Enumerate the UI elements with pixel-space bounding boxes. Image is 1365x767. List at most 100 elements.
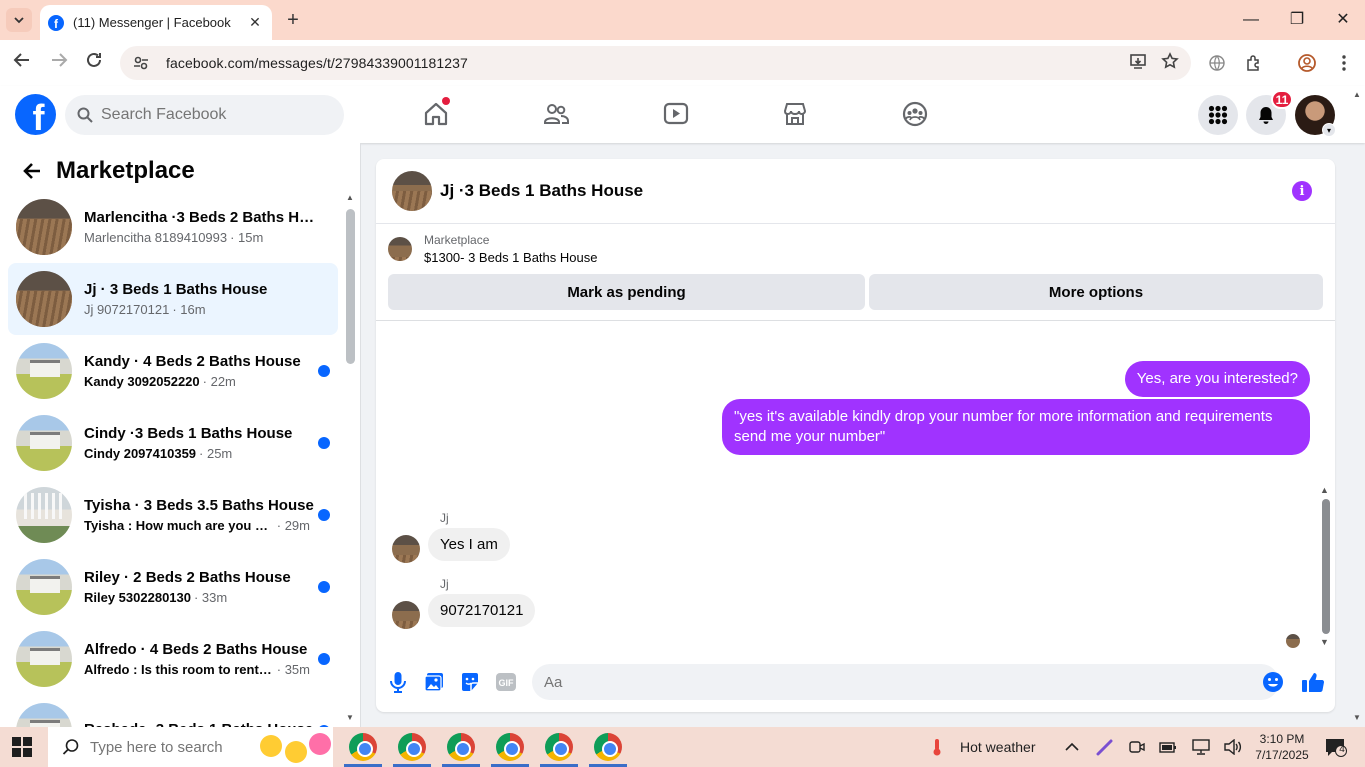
mark-as-pending-button[interactable]: Mark as pending [388, 274, 865, 310]
conversation-text: Cindy ·3 Beds 1 Baths House Cindy 2097410… [84, 425, 338, 461]
message-input[interactable] [544, 673, 1267, 691]
listing-thumbnail [16, 199, 72, 255]
close-window-button[interactable]: ✕ [1328, 8, 1358, 32]
listing-summary[interactable]: Marketplace $1300- 3 Beds 1 Baths House [388, 233, 597, 265]
conversation-time: · 15m [230, 230, 264, 245]
browser-tab-messenger[interactable]: f (11) Messenger | Facebook ✕ [40, 5, 272, 40]
chrome-taskbar-icon[interactable] [594, 733, 622, 761]
conversation-item[interactable]: Jj · 3 Beds 1 Baths House Jj 9072170121 · … [8, 263, 338, 335]
sidebar-back-button[interactable] [16, 155, 48, 187]
browser-tabbar: f (11) Messenger | Facebook ✕ + — ❐ ✕ [0, 0, 1365, 40]
conversation-item[interactable]: Tyisha · 3 Beds 3.5 Baths House Tyisha : … [8, 479, 338, 551]
message-bubble-incoming[interactable]: 9072170121 [428, 594, 536, 627]
browser-toolbar: facebook.com/messages/t/2798433900118123… [0, 40, 1365, 86]
clock-date: 7/17/2025 [1255, 748, 1309, 762]
voice-clip-icon[interactable] [386, 670, 410, 694]
photo-attach-icon[interactable] [422, 670, 446, 694]
like-thumbs-up-icon[interactable] [1301, 670, 1325, 694]
site-info-icon[interactable] [132, 54, 150, 72]
emoji-picker-icon[interactable] [1261, 670, 1285, 694]
video-icon [663, 102, 689, 125]
sticker-icon[interactable] [458, 670, 482, 694]
back-button[interactable] [10, 51, 34, 75]
conversation-item[interactable]: Cindy ·3 Beds 1 Baths House Cindy 2097410… [8, 407, 338, 479]
message-input-box[interactable] [532, 664, 1279, 700]
chrome-taskbar-icon[interactable] [496, 733, 524, 761]
conversation-item[interactable]: Marlencitha ·3 Beds 2 Baths Hou... Marlen… [8, 191, 338, 263]
message-bubble-outgoing[interactable]: Yes, are you interested? [1124, 361, 1310, 397]
emoji-search-highlight-icon[interactable] [285, 741, 307, 763]
battery-icon[interactable] [1159, 738, 1177, 756]
thread-scrollbar[interactable] [1322, 499, 1330, 634]
listing-thumbnail [16, 271, 72, 327]
pen-icon[interactable] [1096, 738, 1114, 756]
conversation-item[interactable]: Kandy · 4 Beds 2 Baths House Kandy 309205… [8, 335, 338, 407]
chrome-taskbar-icon[interactable] [545, 733, 573, 761]
sidebar-scroll-down[interactable]: ▼ [346, 713, 354, 722]
menu-grid-button[interactable] [1198, 95, 1238, 135]
system-clock[interactable]: 3:10 PM 7/17/2025 [1254, 731, 1310, 763]
forward-button[interactable] [47, 51, 71, 75]
chat-avatar[interactable] [392, 171, 432, 211]
sidebar-scroll-up[interactable]: ▲ [346, 193, 354, 202]
thread-scroll-up[interactable]: ▲ [1320, 485, 1329, 495]
conversation-text: Marlencitha ·3 Beds 2 Baths Hou... Marlen… [84, 209, 338, 245]
message-bubble-incoming[interactable]: Yes I am [428, 528, 510, 561]
network-icon[interactable] [1192, 738, 1210, 756]
page-scroll-up[interactable]: ▲ [1353, 90, 1361, 99]
facebook-search-input[interactable] [101, 106, 321, 124]
emoji-search-highlight-icon[interactable] [309, 733, 331, 755]
more-options-button[interactable]: More options [869, 274, 1323, 310]
sidebar-scrollbar[interactable] [346, 209, 355, 364]
minimize-button[interactable]: — [1236, 8, 1266, 32]
maximize-button[interactable]: ❐ [1282, 8, 1312, 32]
chrome-taskbar-icon[interactable] [349, 733, 377, 761]
tab-search-button[interactable] [6, 8, 32, 32]
conversation-time: · 33m [193, 590, 228, 605]
translate-icon[interactable] [1206, 52, 1228, 74]
chevron-up-icon[interactable] [1063, 738, 1081, 756]
extensions-icon[interactable] [1243, 52, 1265, 74]
thread-scroll-down[interactable]: ▼ [1320, 637, 1329, 647]
bookmark-star-icon[interactable] [1161, 51, 1179, 75]
windows-start-icon[interactable] [12, 737, 32, 757]
action-center-button[interactable]: 4 [1325, 738, 1347, 757]
emoji-search-highlight-icon[interactable] [260, 735, 282, 757]
conversation-time: · 35m [276, 662, 310, 677]
address-bar[interactable]: facebook.com/messages/t/2798433900118123… [120, 46, 1191, 80]
nav-home[interactable] [416, 98, 456, 130]
install-app-icon[interactable] [1129, 52, 1147, 75]
chrome-taskbar-icon[interactable] [447, 733, 475, 761]
nav-groups[interactable] [895, 98, 935, 130]
conversation-item[interactable]: Alfredo · 4 Beds 2 Baths House Alfredo : … [8, 623, 338, 695]
taskbar-search-input[interactable] [90, 738, 260, 756]
volume-icon[interactable] [1224, 738, 1242, 756]
conversation-name: Tyisha · 3 Beds 3.5 Baths House [84, 497, 314, 514]
account-chevron-icon[interactable]: ▾ [1322, 123, 1336, 137]
facebook-logo-icon[interactable]: f [15, 94, 56, 135]
reload-button[interactable] [82, 51, 106, 75]
arrow-right-icon [52, 53, 68, 67]
weather-text[interactable]: Hot weather [960, 739, 1035, 755]
page-scroll-down[interactable]: ▼ [1353, 713, 1361, 722]
chrome-taskbar-icon[interactable] [398, 733, 426, 761]
message-bubble-outgoing[interactable]: "yes it's available kindly drop your num… [722, 399, 1310, 455]
conversation-item[interactable]: Riley · 2 Beds 2 Baths House Riley 530228… [8, 551, 338, 623]
conversation-item[interactable]: Rashada ·3 Beds 1 Baths House [8, 695, 338, 727]
new-tab-button[interactable]: + [282, 8, 304, 32]
conversation-info-icon[interactable]: i [1292, 181, 1312, 201]
facebook-search[interactable] [65, 95, 344, 135]
profile-icon[interactable] [1296, 52, 1318, 74]
thermometer-icon[interactable] [928, 738, 946, 756]
nav-watch[interactable] [656, 98, 696, 130]
chat-title[interactable]: Jj ·3 Beds 1 Baths House [440, 181, 643, 201]
meet-now-icon[interactable] [1128, 738, 1146, 756]
conversation-preview: Cindy 2097410359 [84, 446, 197, 461]
sender-avatar[interactable] [392, 535, 420, 563]
menu-kebab-icon[interactable] [1333, 52, 1355, 74]
gif-icon[interactable]: GIF [494, 670, 518, 694]
tab-close-icon[interactable]: ✕ [246, 14, 264, 31]
nav-marketplace[interactable] [775, 98, 815, 130]
sender-avatar[interactable] [392, 601, 420, 629]
nav-friends[interactable] [536, 98, 576, 130]
